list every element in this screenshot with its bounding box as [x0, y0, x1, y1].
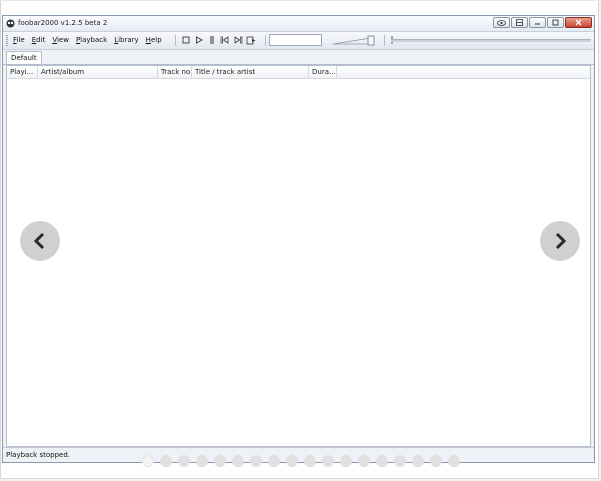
- menu-bar: File Edit View Playback Library Help: [13, 36, 162, 44]
- pause-icon[interactable]: [207, 35, 217, 45]
- carousel-dot[interactable]: [160, 455, 172, 467]
- top-divider: [0, 0, 601, 1]
- carousel-dot[interactable]: [412, 455, 424, 467]
- window-controls: [493, 17, 592, 28]
- search-input[interactable]: [269, 34, 322, 46]
- stop-icon[interactable]: [181, 35, 191, 45]
- column-track-no[interactable]: Track no: [158, 66, 192, 78]
- menu-edit[interactable]: Edit: [32, 36, 46, 44]
- app-window: foobar2000 v1.2.5 beta 2 File Edit View: [2, 15, 595, 463]
- menu-library[interactable]: Library: [114, 36, 138, 44]
- playlist-view[interactable]: Playi... Artist/album Track no Title / t…: [6, 65, 591, 447]
- previous-icon[interactable]: [220, 35, 230, 45]
- carousel-dot[interactable]: [250, 455, 262, 467]
- column-playing[interactable]: Playi...: [7, 66, 38, 78]
- eye-icon[interactable]: [493, 17, 510, 28]
- menu-file[interactable]: File: [13, 36, 25, 44]
- carousel-pagination: [142, 455, 460, 467]
- toolbar-separator: [384, 35, 385, 46]
- carousel-previous-button[interactable]: [20, 221, 60, 261]
- carousel-dot[interactable]: [340, 455, 352, 467]
- carousel-dot[interactable]: [304, 455, 316, 467]
- playlist-header: Playi... Artist/album Track no Title / t…: [7, 66, 590, 79]
- minimize-icon[interactable]: [529, 17, 546, 28]
- carousel-dot[interactable]: [322, 455, 334, 467]
- random-icon[interactable]: [246, 35, 256, 45]
- close-icon[interactable]: [565, 17, 592, 28]
- carousel-dot[interactable]: [358, 455, 370, 467]
- column-title-artist[interactable]: Title / track artist: [192, 66, 309, 78]
- seekbar[interactable]: [391, 39, 591, 42]
- carousel-dot[interactable]: [142, 455, 154, 467]
- carousel-dot[interactable]: [376, 455, 388, 467]
- toolbar-separator: [175, 35, 176, 46]
- carousel-dot[interactable]: [268, 455, 280, 467]
- carousel-dot[interactable]: [232, 455, 244, 467]
- carousel-dot[interactable]: [286, 455, 298, 467]
- carousel-next-button[interactable]: [540, 221, 580, 261]
- transport-controls: [181, 35, 256, 45]
- playlist-tabs: Default: [3, 50, 594, 65]
- foobar-app-icon: [6, 19, 15, 28]
- carousel-dot[interactable]: [178, 455, 190, 467]
- column-duration[interactable]: Dura...: [309, 66, 337, 78]
- carousel-dot[interactable]: [430, 455, 442, 467]
- carousel-dot[interactable]: [196, 455, 208, 467]
- menu-view[interactable]: View: [52, 36, 69, 44]
- menu-help[interactable]: Help: [146, 36, 162, 44]
- chevron-left-icon: [33, 232, 45, 250]
- status-text: Playback stopped.: [6, 451, 70, 459]
- menu-playback[interactable]: Playback: [76, 36, 107, 44]
- maximize-icon[interactable]: [547, 17, 564, 28]
- column-artist-album[interactable]: Artist/album: [38, 66, 158, 78]
- carousel-dot[interactable]: [214, 455, 226, 467]
- carousel-dot[interactable]: [448, 455, 460, 467]
- title-bar[interactable]: foobar2000 v1.2.5 beta 2: [3, 16, 594, 32]
- menu-toolbar: File Edit View Playback Library Help: [3, 32, 594, 50]
- toolbar-grip[interactable]: [6, 35, 8, 46]
- toolbar-separator: [265, 35, 266, 46]
- window-title: foobar2000 v1.2.5 beta 2: [18, 19, 108, 27]
- carousel-dot[interactable]: [394, 455, 406, 467]
- volume-slider[interactable]: [331, 35, 379, 46]
- layout-icon[interactable]: [511, 17, 528, 28]
- chevron-right-icon: [555, 232, 567, 250]
- next-icon[interactable]: [233, 35, 243, 45]
- tab-default[interactable]: Default: [6, 51, 42, 64]
- play-icon[interactable]: [194, 35, 204, 45]
